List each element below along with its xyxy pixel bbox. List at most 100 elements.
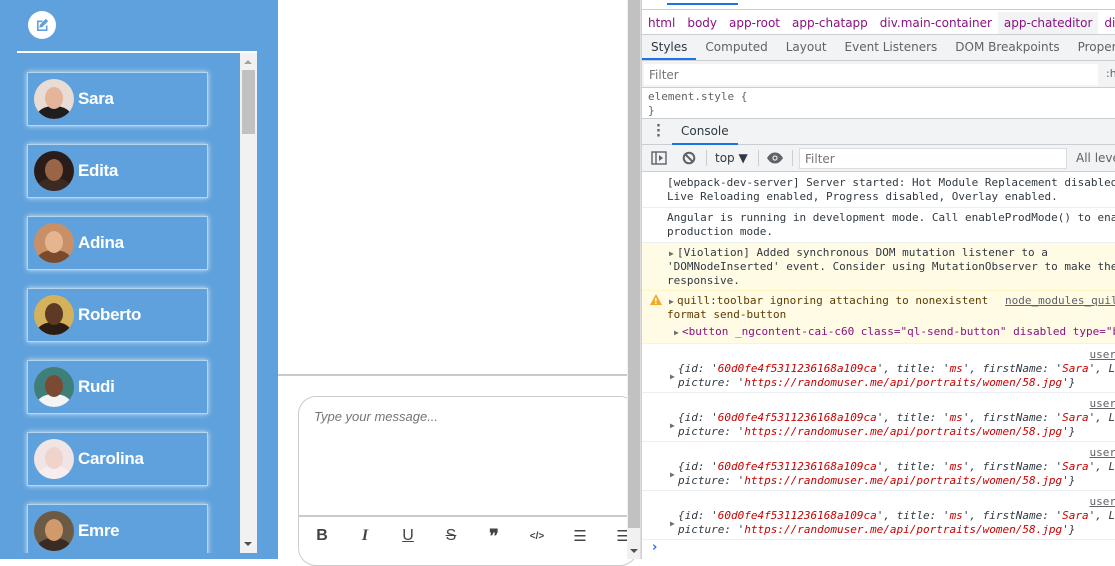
tab-dom-breakpoints[interactable]: DOM Breakpoints [946, 35, 1068, 60]
contact-item[interactable]: Sara [27, 72, 208, 126]
console-messages: [webpack-dev-server] Server started: Hot… [642, 173, 1115, 559]
source-link[interactable]: user [1090, 348, 1115, 362]
source-link[interactable]: user [1090, 495, 1115, 509]
breadcrumb-app-root[interactable]: app-root [723, 12, 786, 34]
console-object-log[interactable]: user ▶ {id: '60d0fe4f5311236168a109ca', … [642, 442, 1115, 491]
italic-button[interactable]: I [352, 523, 378, 549]
breadcrumb-div-con[interactable]: div.con [1098, 12, 1115, 34]
console-prompt[interactable]: › [652, 540, 657, 555]
expand-triangle-icon[interactable]: ▶ [670, 419, 675, 433]
value-id: 60d0fe4f5311236168a109ca [718, 411, 877, 424]
scroll-down-arrow-icon[interactable] [630, 549, 638, 553]
contact-item[interactable]: Carolina [27, 432, 208, 486]
bold-icon: B [316, 527, 328, 545]
expand-triangle-icon[interactable]: ▶ [669, 295, 674, 309]
message-input[interactable] [314, 409, 614, 424]
message-text: quill:toolbar ignoring attaching to none… [677, 294, 988, 308]
log-levels-dropdown[interactable]: All levels [1076, 151, 1115, 165]
ordered-list-button[interactable]: ☰ [567, 523, 593, 549]
console-object-log[interactable]: user ▶ {id: '60d0fe4f5311236168a109ca', … [642, 393, 1115, 442]
tab-computed[interactable]: Computed [696, 35, 776, 60]
breadcrumb-app-chatapp[interactable]: app-chatapp [786, 12, 874, 34]
scroll-down-arrow-icon[interactable] [244, 542, 252, 546]
tab-properties[interactable]: Properties [1069, 35, 1115, 60]
object-preview: {id: '60d0fe4f5311236168a109ca', title: … [678, 509, 1115, 523]
scrollbar-thumb[interactable] [242, 70, 255, 134]
console-violation[interactable]: ▶ [Violation] Added synchronous DOM muta… [642, 243, 1115, 291]
breadcrumb-html[interactable]: html [642, 12, 681, 34]
compose-button[interactable] [28, 11, 56, 39]
hover-state-toggle[interactable]: :h [1106, 67, 1115, 80]
underline-button[interactable]: U [395, 523, 421, 549]
clear-console-icon[interactable] [681, 151, 697, 165]
scrollbar-thumb[interactable] [628, 0, 640, 528]
contact-name: Emre [78, 521, 119, 541]
value-title: ms [950, 460, 963, 473]
contact-list: Sara Edita Adina Roberto Rudi Carolina Emre [17, 53, 257, 553]
strike-button[interactable]: S [438, 523, 464, 549]
bold-button[interactable]: B [309, 523, 335, 549]
contact-list-scrollbar[interactable] [240, 53, 257, 553]
message-text: responsive. [667, 274, 740, 288]
avatar [34, 367, 74, 407]
avatar-face-shape [45, 159, 63, 181]
quote-icon: ❞ [489, 526, 499, 547]
scroll-up-arrow-icon[interactable] [244, 60, 252, 64]
avatar [34, 79, 74, 119]
underline-icon: U [402, 527, 414, 545]
chat-main: B I U S ❞ </> ☰ ☰ [276, 0, 627, 559]
strike-icon: S [446, 527, 457, 545]
styles-filter-input[interactable] [644, 64, 1098, 85]
avatar-face-shape [45, 231, 63, 253]
tab-styles[interactable]: Styles [642, 35, 696, 60]
avatar-face-shape [45, 519, 63, 541]
source-link[interactable]: user [1090, 397, 1115, 411]
value-id: 60d0fe4f5311236168a109ca [718, 362, 877, 375]
blockquote-button[interactable]: ❞ [481, 523, 507, 549]
message-editor: B I U S ❞ </> ☰ ☰ [298, 396, 638, 566]
source-link[interactable]: node_modules_quill [1005, 294, 1115, 308]
value-title: ms [950, 362, 963, 375]
drawer-header: ··· Console [642, 118, 1115, 145]
expand-triangle-icon[interactable]: ▶ [674, 326, 679, 340]
context-selector[interactable]: top ▼ [715, 151, 748, 165]
expand-triangle-icon[interactable]: ▶ [670, 468, 675, 482]
contact-name: Rudi [78, 377, 115, 397]
expand-triangle-icon[interactable]: ▶ [670, 517, 675, 531]
tab-layout[interactable]: Layout [777, 35, 836, 60]
ordered-list-icon: ☰ [573, 527, 586, 545]
code-block-button[interactable]: </> [524, 523, 550, 549]
contact-item[interactable]: Roberto [27, 288, 208, 342]
expand-triangle-icon[interactable]: ▶ [669, 247, 674, 261]
contact-item[interactable]: Edita [27, 144, 208, 198]
toolbar-separator [792, 150, 793, 166]
contact-item[interactable]: Rudi [27, 360, 208, 414]
console-object-log[interactable]: user ▶ {id: '60d0fe4f5311236168a109ca', … [642, 491, 1115, 540]
console-warning[interactable]: ▶ quill:toolbar ignoring attaching to no… [642, 291, 1115, 344]
breadcrumb-body[interactable]: body [681, 12, 723, 34]
console-filter-input[interactable] [799, 148, 1067, 169]
breadcrumb-main-container[interactable]: div.main-container [874, 12, 998, 34]
console-object-log[interactable]: user ▶ {id: '60d0fe4f5311236168a109ca', … [642, 344, 1115, 393]
element-style-rule[interactable]: element.style { } [648, 90, 747, 118]
element-reference[interactable]: <button _ngcontent-cai-c60 class="ql-sen… [682, 325, 1115, 339]
element-style-close: } [648, 104, 747, 118]
expand-triangle-icon[interactable]: ▶ [670, 370, 675, 384]
contact-item[interactable]: Emre [27, 504, 208, 553]
console-message: Angular is running in development mode. … [642, 208, 1115, 243]
breadcrumb-app-chateditor[interactable]: app-chateditor [998, 12, 1099, 34]
format-toolbar: B I U S ❞ </> ☰ ☰ [299, 523, 639, 549]
edit-icon [34, 17, 50, 33]
sidebar-toggle-icon[interactable] [651, 151, 667, 165]
code-icon: </> [530, 531, 544, 542]
value-picture: https://randomuser.me/api/portraits/wome… [744, 474, 1062, 487]
page-scrollbar[interactable] [627, 0, 641, 559]
tab-event-listeners[interactable]: Event Listeners [836, 35, 947, 60]
source-link[interactable]: user [1090, 446, 1115, 460]
elements-tree-strip [642, 0, 1115, 10]
live-expression-eye-icon[interactable] [766, 151, 784, 165]
tab-console[interactable]: Console [672, 119, 738, 145]
object-preview: picture: 'https://randomuser.me/api/port… [678, 376, 1075, 390]
more-menu-icon[interactable]: ··· [656, 124, 662, 139]
contact-item[interactable]: Adina [27, 216, 208, 270]
